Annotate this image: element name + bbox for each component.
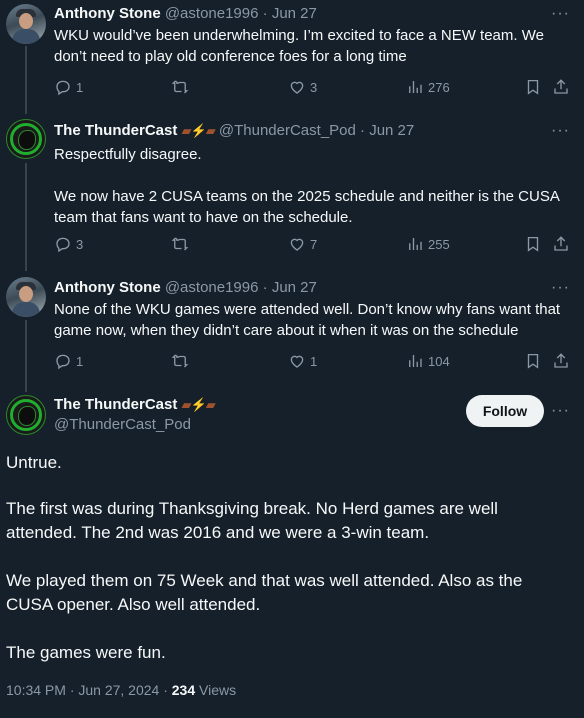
tweet-header: Anthony Stone @astone1996 · Jun 27 <box>54 278 317 298</box>
views-button[interactable]: 276 <box>406 78 450 96</box>
share-button[interactable] <box>552 78 570 96</box>
like-count: 3 <box>310 79 318 95</box>
like-count: 1 <box>310 353 318 369</box>
bookmark-button[interactable] <box>524 78 542 96</box>
reply-button[interactable]: 3 <box>54 235 83 253</box>
tweet-text: WKU would’ve been underwhelming. I’m exc… <box>54 27 549 65</box>
like-button[interactable]: 1 <box>288 352 317 370</box>
retweet-button[interactable] <box>171 78 189 96</box>
reply-icon <box>56 354 70 370</box>
views-label: Views <box>195 682 237 698</box>
handle[interactable]: @astone1996 <box>165 279 259 296</box>
views-button[interactable]: 255 <box>406 235 450 253</box>
handle-row: @ThunderCast_Pod <box>54 415 191 435</box>
reply-icon <box>56 237 70 253</box>
tweet-text: Respectfully disagree. We now have 2 CUS… <box>54 146 560 226</box>
views-icon <box>409 238 422 250</box>
retweet-button[interactable] <box>171 235 189 253</box>
thread-line <box>25 320 27 392</box>
more-icon[interactable]: ··· <box>551 4 570 24</box>
retweet-icon <box>171 80 189 94</box>
tweet-header: The ThunderCast ▰⚡▰ @ThunderCast_Pod · J… <box>54 121 414 141</box>
action-bar: 1 3 276 <box>54 78 574 98</box>
thread-line <box>25 46 27 114</box>
separator: · <box>262 5 268 22</box>
bison-icon: ▰⚡▰ <box>181 397 216 412</box>
display-name[interactable]: The ThunderCast <box>54 396 177 413</box>
reply-count: 1 <box>76 79 84 95</box>
bookmark-icon <box>527 79 539 95</box>
share-button[interactable] <box>552 352 570 370</box>
heart-icon <box>290 81 304 94</box>
bookmark-button[interactable] <box>524 235 542 253</box>
retweet-icon <box>171 237 189 251</box>
handle[interactable]: @ThunderCast_Pod <box>54 416 191 433</box>
timestamp[interactable]: Jun 27 <box>272 5 317 22</box>
timestamp[interactable]: Jun 27 <box>272 279 317 296</box>
like-button[interactable]: 7 <box>288 235 317 253</box>
display-name[interactable]: The ThunderCast <box>54 122 177 139</box>
tweet-paragraph: The games were fun. <box>6 643 166 662</box>
more-icon[interactable]: ··· <box>551 278 570 298</box>
retweet-button[interactable] <box>171 352 189 370</box>
tweet-meta: 10:34 PM · Jun 27, 2024 · 234 Views <box>6 682 236 698</box>
views-button[interactable]: 104 <box>406 352 450 370</box>
views-icon <box>409 81 422 93</box>
share-button[interactable] <box>552 235 570 253</box>
handle[interactable]: @astone1996 <box>165 5 259 22</box>
tweet-paragraph: Untrue. <box>6 453 62 472</box>
timestamp[interactable]: Jun 27 <box>369 122 414 139</box>
bookmark-icon <box>527 236 539 252</box>
views-count[interactable]: 234 <box>172 682 195 698</box>
reply-button[interactable]: 1 <box>54 78 83 96</box>
bookmark-icon <box>527 353 539 369</box>
reply-count: 1 <box>76 353 84 369</box>
avatar[interactable] <box>6 119 46 159</box>
tweet-header: The ThunderCast ▰⚡▰ <box>54 395 216 415</box>
separator: · <box>360 122 366 139</box>
avatar[interactable] <box>6 395 46 435</box>
separator: · <box>262 279 268 296</box>
bookmark-button[interactable] <box>524 352 542 370</box>
more-icon[interactable]: ··· <box>551 121 570 141</box>
action-bar: 1 1 104 <box>54 352 574 372</box>
avatar[interactable] <box>6 4 46 44</box>
display-name[interactable]: Anthony Stone <box>54 279 161 296</box>
avatar[interactable] <box>6 277 46 317</box>
retweet-icon <box>171 354 189 368</box>
bison-icon: ▰⚡▰ <box>181 123 216 138</box>
view-count: 255 <box>428 236 450 252</box>
tweet-text: None of the WKU games were attended well… <box>54 301 565 339</box>
view-count: 104 <box>428 353 450 369</box>
thread-line <box>25 163 27 271</box>
share-icon <box>554 79 568 94</box>
tweet-paragraph: We played them on 75 Week and that was w… <box>6 571 523 614</box>
handle[interactable]: @ThunderCast_Pod <box>219 122 356 139</box>
reply-button[interactable]: 1 <box>54 352 83 370</box>
heart-icon <box>290 238 304 251</box>
share-icon <box>554 353 568 368</box>
like-button[interactable]: 3 <box>288 78 317 96</box>
like-count: 7 <box>310 236 318 252</box>
reply-count: 3 <box>76 236 84 252</box>
tweet-header: Anthony Stone @astone1996 · Jun 27 <box>54 4 317 24</box>
share-icon <box>554 236 568 251</box>
view-count: 276 <box>428 79 450 95</box>
tweet-paragraph: The first was during Thanksgiving break.… <box>6 499 498 542</box>
views-icon <box>409 355 422 367</box>
heart-icon <box>290 355 304 368</box>
action-bar: 3 7 255 <box>54 235 574 255</box>
display-name[interactable]: Anthony Stone <box>54 5 161 22</box>
follow-button[interactable]: Follow <box>466 395 544 427</box>
tweet-timestamp[interactable]: 10:34 PM · Jun 27, 2024 · <box>6 682 172 698</box>
more-icon[interactable]: ··· <box>551 401 570 421</box>
reply-icon <box>56 80 70 96</box>
